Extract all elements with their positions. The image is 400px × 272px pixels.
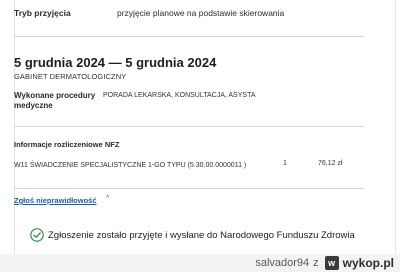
watermark-sep: z <box>313 257 319 269</box>
admission-row: Tryb przyjęcia przyjęcie planowe na pods… <box>14 8 364 32</box>
report-issue-link[interactable]: Zgłoś nieprawidłowość <box>14 196 97 205</box>
watermark-user: salvador94 <box>255 257 310 269</box>
nfz-info-title: Informacje rozliczeniowe NFZ <box>14 140 120 149</box>
nfz-service-price: 76,12 zł <box>318 160 343 167</box>
check-circle-icon <box>30 228 44 242</box>
procedures-value: PORADA LEKARSKA, KONSULTACJA, ASYSTA <box>103 92 256 99</box>
admission-label: Tryb przyjęcia <box>14 8 71 18</box>
divider <box>14 188 364 189</box>
watermark-logo-text: wykop.pl <box>342 256 394 270</box>
visit-date-range: 5 grudnia 2024 — 5 grudnia 2024 <box>14 55 217 70</box>
nfz-service-name: W11 ŚWIADCZENIE SPECJALISTYCZNE 1-GO TYP… <box>14 162 247 169</box>
divider <box>14 36 364 37</box>
visit-card <box>14 0 396 254</box>
watermark: salvador94 z w wykop.pl <box>255 254 394 272</box>
divider <box>14 126 364 127</box>
nfz-service-quantity: 1 <box>283 160 287 167</box>
chevron-up-icon[interactable]: ^ <box>106 195 109 202</box>
admission-value: przyjęcie planowe na podstawie skierowan… <box>117 8 285 18</box>
clinic-name: GABINET DERMATOLOGICZNY <box>14 72 127 81</box>
wykop-logo-icon: w <box>324 256 339 270</box>
success-message: Zgłoszenie zostało przyjęte i wysłane do… <box>48 230 355 241</box>
procedures-label: Wykonane procedury medyczne <box>14 91 96 110</box>
